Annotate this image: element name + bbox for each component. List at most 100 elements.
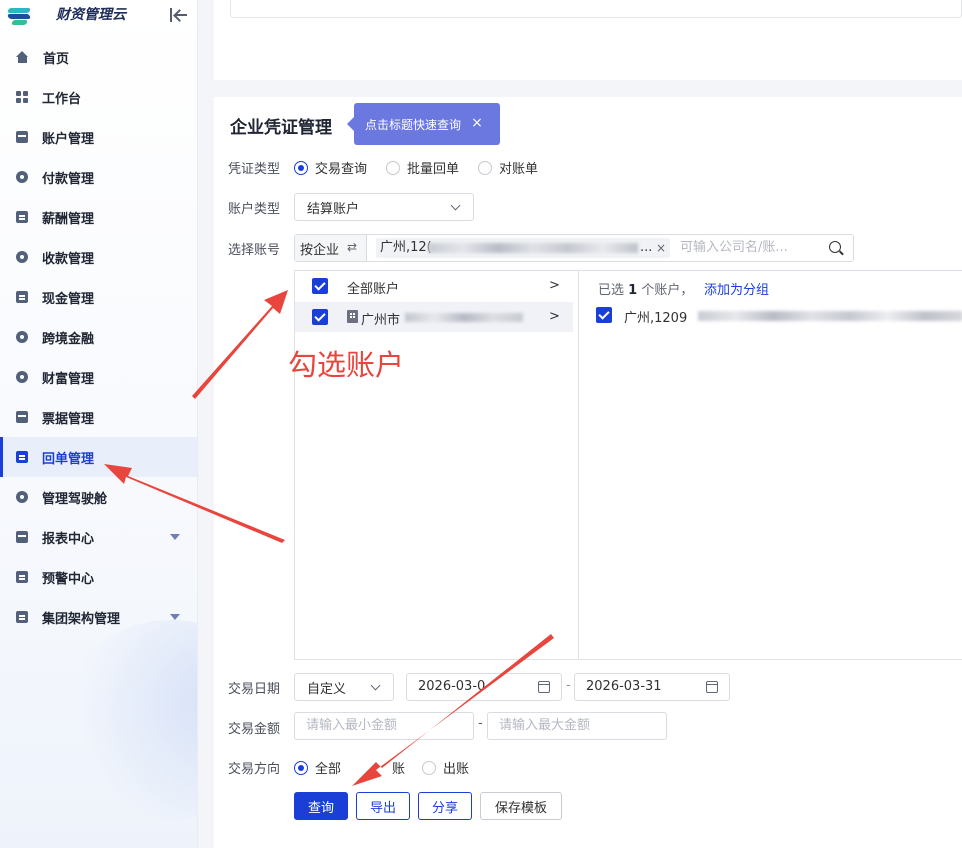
sidebar-item-label: 工作台 [42,91,82,107]
title-tooltip: 点击标题快速查询 × [347,103,500,145]
selected-accounts: 已选 1 个账户， 添加为分组 广州,1209 [580,271,962,659]
sidebar-item-dashboard[interactable]: 管理驾驶舱 [0,477,197,517]
query-button[interactable]: 查询 [294,792,348,820]
tag-text: 广州,12( [380,240,432,255]
tree-row-all[interactable]: 全部账户 > [295,271,573,301]
sidebar-item-cross-border[interactable]: 跨境金融 [0,317,197,357]
chevron-down-icon [370,680,381,691]
summary-suffix: 个账户， [641,283,694,298]
redacted-text [698,311,962,321]
swap-icon: ⇄ [347,240,358,254]
amount-range-separator: - [478,716,483,731]
tooltip-text: 点击标题快速查询 [365,117,462,132]
collapse-sidebar-icon[interactable] [169,7,187,23]
sidebar-item-label: 报表中心 [42,531,95,547]
account-type-value: 结算账户 [307,201,360,217]
export-button[interactable]: 导出 [356,792,410,820]
summary-count: 1 [628,283,638,298]
sidebar-item-label: 跨境金融 [42,331,95,347]
receive-icon [16,251,28,263]
close-icon[interactable]: × [656,238,668,258]
radio-direction-out[interactable]: 出账 [422,758,469,777]
account-mode-label: 按企业 [300,242,340,258]
account-search-input[interactable]: 可输入公司名/账... [680,235,810,261]
tag-ellipsis: ... [640,240,653,255]
sidebar-item-receipts[interactable]: 回单管理 [0,437,197,477]
sidebar-item-payments[interactable]: 付款管理 [0,157,197,197]
page-title[interactable]: 企业凭证管理 [230,113,332,138]
trade-amount-label: 交易金额 [228,722,281,737]
sidebar-item-alerts[interactable]: 预警中心 [0,557,197,597]
end-date-input[interactable]: 2026-03-31 [574,673,730,701]
brand-logo-icon [7,6,31,26]
tree-row-label: 全部账户 [347,282,400,297]
sidebar-item-label: 收款管理 [42,251,95,267]
expand-arrow-icon[interactable]: > [549,278,560,293]
chevron-down-icon [450,200,461,211]
checkbox-checked-icon[interactable] [596,307,612,323]
sidebar-item-workbench[interactable]: 工作台 [0,77,197,117]
radio-direction-in[interactable]: 账 [392,758,405,777]
start-date-input[interactable]: 2026-03-0 [406,673,562,701]
checkbox-checked-icon[interactable] [312,309,328,325]
search-icon[interactable] [829,241,841,253]
voucher-type-label: 凭证类型 [228,162,281,177]
top-panel [214,0,962,80]
radio-dot [422,760,436,775]
sidebar-item-receivables[interactable]: 收款管理 [0,237,197,277]
caret-down-icon [170,534,180,540]
save-template-button[interactable]: 保存模板 [480,792,562,820]
sidebar-item-label: 回单管理 [42,451,95,467]
account-tree: 全部账户 > 广州市 > [295,271,579,659]
card-icon [16,131,28,143]
receipt-icon [16,451,28,463]
sidebar-item-label: 账户管理 [42,131,95,147]
min-amount-input[interactable]: 请输入最小金额 [294,712,474,740]
sidebar-decoration [60,620,197,820]
sidebar-item-label: 薪酬管理 [42,211,95,227]
wealth-icon [16,371,28,383]
salary-icon [16,211,28,223]
trade-date-label: 交易日期 [228,682,281,697]
end-date-value: 2026-03-31 [586,679,662,694]
tree-row-company[interactable]: 广州市 > [295,302,573,332]
sidebar-item-home[interactable]: 首页 [0,37,197,77]
sidebar-item-label: 现金管理 [42,291,95,307]
brand-name: 财资管理云 [56,7,126,23]
account-transfer: 全部账户 > 广州市 > 已选 1 个账户， 添加为分组 广州,1209 [294,270,962,660]
ticket-icon [16,411,28,423]
add-to-group-link[interactable]: 添加为分组 [704,279,769,298]
trade-direction-label: 交易方向 [228,762,281,777]
date-mode-value: 自定义 [307,681,347,697]
date-mode-select[interactable]: 自定义 [294,673,394,701]
radio-label: 对账单 [499,162,539,177]
sidebar-item-label: 票据管理 [42,411,95,427]
sidebar-item-label: 付款管理 [42,171,95,187]
checkbox-checked-icon[interactable] [312,278,328,294]
radio-trade-query[interactable]: 交易查询 [294,158,367,177]
radio-direction-all[interactable]: 全部 [294,758,341,777]
sidebar-item-label: 首页 [43,51,70,67]
account-mode-toggle[interactable]: 按企业 ⇄ [295,235,367,261]
expand-arrow-icon[interactable]: > [549,309,560,324]
sidebar-item-bills[interactable]: 票据管理 [0,397,197,437]
sidebar-item-cash[interactable]: 现金管理 [0,277,197,317]
radio-statement[interactable]: 对账单 [478,158,538,177]
account-search[interactable]: 按企业 ⇄ 广州,12( ... × 可输入公司名/账... [294,234,854,262]
calendar-icon [706,681,718,693]
sidebar-item-reports[interactable]: 报表中心 [0,517,197,557]
sidebar-item-salary[interactable]: 薪酬管理 [0,197,197,237]
radio-batch-receipt[interactable]: 批量回单 [386,158,459,177]
radio-dot [294,760,308,775]
radio-label: 交易查询 [315,162,368,177]
home-icon [16,51,29,63]
sidebar-item-wealth[interactable]: 财富管理 [0,357,197,397]
max-amount-input[interactable]: 请输入最大金额 [487,712,667,740]
sidebar-item-accounts[interactable]: 账户管理 [0,117,197,157]
close-icon[interactable]: × [470,116,484,130]
redacted-text [405,313,523,322]
share-button[interactable]: 分享 [418,792,472,820]
selected-account-label: 广州,1209 [624,311,688,326]
alert-icon [16,571,28,583]
account-type-select[interactable]: 结算账户 [294,193,474,221]
